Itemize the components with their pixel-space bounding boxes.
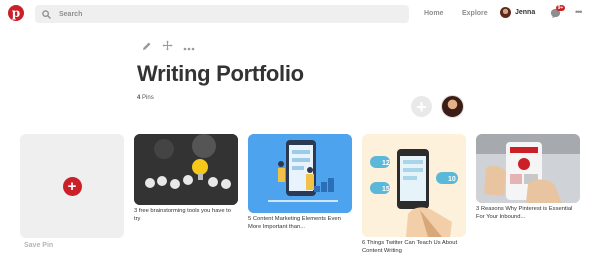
add-collaborator-button[interactable]: + <box>411 96 432 117</box>
pin-card[interactable]: 5 Content Marketing Elements Even More I… <box>248 134 352 231</box>
add-pin-plus-icon: + <box>62 176 82 196</box>
user-name: Jenna <box>515 9 536 16</box>
board-title: Writing Portfolio <box>137 61 304 86</box>
more-icon[interactable]: ••• <box>575 7 583 17</box>
user-profile-link[interactable]: Jenna <box>500 7 535 18</box>
move-arrows-icon[interactable] <box>162 38 173 56</box>
pin-retweet-count: 12 <box>382 160 390 167</box>
pin-share-count: 15 <box>382 186 390 193</box>
search-icon <box>42 9 51 19</box>
pin-caption: 3 Reasons Why Pinterest is Essential For… <box>476 206 573 220</box>
nav-explore-link[interactable]: Explore <box>462 10 488 17</box>
pin-image-content-marketing <box>248 134 352 213</box>
pin-like-count: 10 <box>448 176 456 183</box>
save-pin-label: Save Pin <box>24 242 54 249</box>
plus-icon: + <box>416 96 427 117</box>
search-placeholder: Search <box>59 10 83 18</box>
pin-card[interactable]: 3 Reasons Why Pinterest is Essential For… <box>476 134 580 221</box>
notification-badge: 9+ <box>556 5 565 11</box>
pin-count-number: 4 <box>137 95 141 101</box>
user-avatar <box>500 7 511 18</box>
pin-image-brainstorm <box>134 134 238 205</box>
pin-count-word: Pins <box>142 95 154 101</box>
pin-count: 4 Pins <box>137 95 154 101</box>
search-input[interactable]: Search <box>35 5 409 23</box>
board-tools <box>142 38 195 56</box>
save-pin-card[interactable]: + <box>20 134 124 238</box>
pin-card[interactable]: 12 15 10 6 Things Twitter Can Teach Us A… <box>362 134 466 255</box>
more-options-icon[interactable] <box>183 38 195 56</box>
pin-caption: 6 Things Twitter Can Teach Us About Cont… <box>362 240 458 254</box>
pin-card[interactable]: 3 free brainstorming tools you have to t… <box>134 134 238 223</box>
pinterest-logo-icon[interactable]: p <box>8 5 24 21</box>
pin-image-pinterest-phone <box>476 134 580 203</box>
logo-letter: p <box>11 6 21 20</box>
pin-caption: 5 Content Marketing Elements Even More I… <box>248 216 341 230</box>
pin-image-twitter: 12 15 10 <box>362 134 466 237</box>
pin-caption: 3 free brainstorming tools you have to t… <box>134 208 231 222</box>
board-owner-avatar[interactable] <box>441 95 464 118</box>
pencil-icon[interactable] <box>142 38 152 56</box>
nav-home-link[interactable]: Home <box>424 10 443 17</box>
